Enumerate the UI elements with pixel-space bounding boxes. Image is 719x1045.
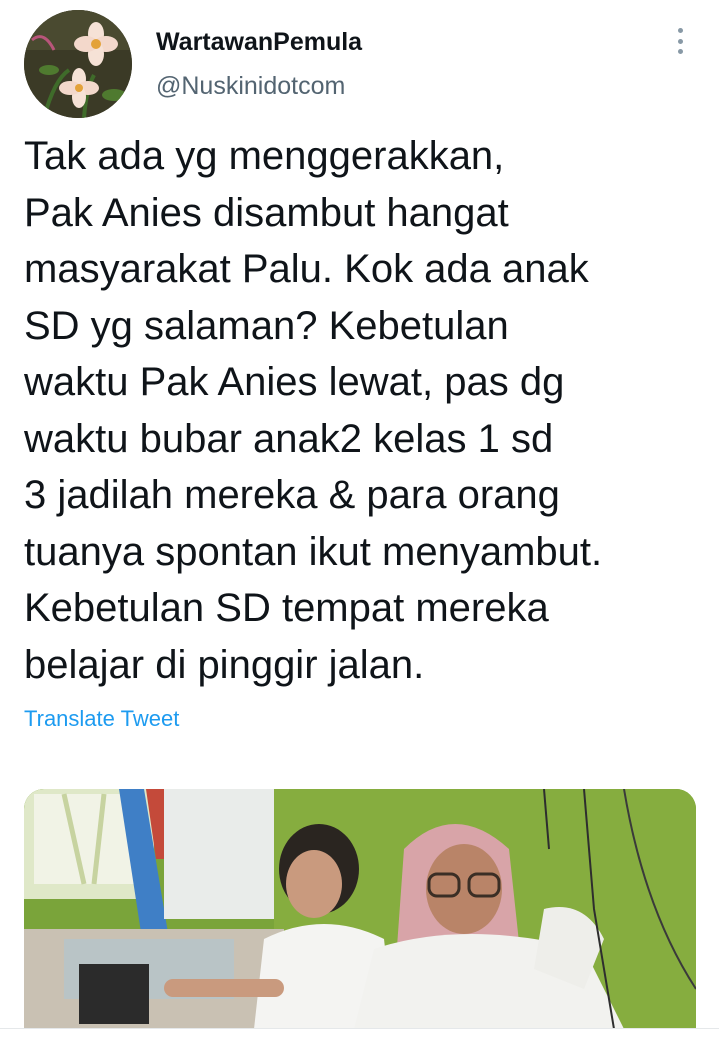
divider (0, 1028, 719, 1029)
avatar[interactable] (24, 10, 132, 118)
display-name[interactable]: WartawanPemula (156, 28, 362, 57)
tweet-text: Tak ada yg menggerakkan, Pak Anies disam… (24, 134, 603, 687)
more-vertical-icon[interactable] (668, 24, 692, 58)
tweet-media-image[interactable] (24, 789, 696, 1029)
user-handle[interactable]: @Nuskinidotcom (156, 72, 345, 101)
translate-tweet-link[interactable]: Translate Tweet (24, 706, 179, 732)
